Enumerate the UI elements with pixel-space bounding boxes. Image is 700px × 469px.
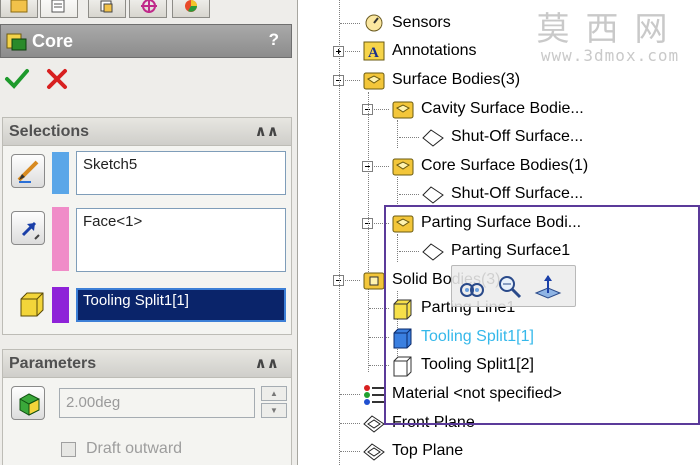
tree-node-label: Sensors bbox=[392, 14, 451, 31]
svg-text:A: A bbox=[368, 45, 379, 61]
tree-node-label: Core Surface Bodies(1) bbox=[421, 157, 589, 174]
tab-configuration-manager[interactable] bbox=[88, 0, 126, 18]
body-selection-field[interactable]: Tooling Split1[1] bbox=[76, 288, 286, 322]
draft-outward-label: Draft outward bbox=[86, 440, 183, 457]
draft-outward-checkbox[interactable] bbox=[61, 442, 76, 457]
direction-button[interactable] bbox=[11, 211, 45, 245]
sketch-selection-button[interactable] bbox=[11, 154, 45, 188]
feature-manager-icon bbox=[10, 0, 28, 13]
plane-icon bbox=[362, 412, 386, 441]
property-manager-title-bar: Core ? bbox=[0, 24, 292, 58]
tree-node-label: Shut-Off Surface... bbox=[451, 185, 584, 202]
face-color-swatch bbox=[52, 207, 69, 271]
sketch-selection-field[interactable]: Sketch5 bbox=[76, 151, 286, 195]
body-selection-icon-wrap bbox=[17, 290, 47, 324]
configuration-manager-icon bbox=[100, 0, 113, 13]
selections-header[interactable]: Selections ∧∧ bbox=[3, 118, 291, 146]
collapse-icon[interactable]: ∧∧ bbox=[255, 354, 279, 372]
help-button[interactable]: ? bbox=[269, 30, 279, 50]
collapse-icon[interactable]: ∧∧ bbox=[255, 122, 279, 140]
tab-property-manager[interactable] bbox=[40, 0, 78, 18]
display-manager-icon bbox=[185, 0, 197, 12]
surface-bodies-folder-icon bbox=[362, 69, 386, 98]
tree-connector bbox=[340, 451, 360, 452]
parameters-title: Parameters bbox=[9, 355, 97, 372]
manager-tabs bbox=[0, 0, 297, 20]
draft-icon bbox=[19, 393, 40, 416]
selections-group: Selections ∧∧ Sketch5 Face<1> Tooling Sp… bbox=[2, 117, 292, 335]
tree-node-label: Cavity Surface Bodie... bbox=[421, 100, 584, 117]
hide-show-icon bbox=[460, 283, 484, 297]
hide-show-button[interactable] bbox=[458, 273, 486, 301]
zoom-to-selection-icon bbox=[499, 276, 522, 299]
tree-node-label: Annotations bbox=[392, 42, 477, 59]
face-selection-field[interactable]: Face<1> bbox=[76, 208, 286, 272]
surface-bodies-folder-icon bbox=[391, 155, 415, 184]
tab-display-manager[interactable] bbox=[172, 0, 210, 18]
core-feature-icon bbox=[6, 33, 27, 51]
sketch-pencil-icon bbox=[17, 160, 39, 183]
red-x-icon bbox=[47, 69, 67, 89]
tree-connector bbox=[399, 194, 419, 195]
tree-trunk bbox=[339, 0, 340, 465]
tree-node-label: Top Plane bbox=[392, 442, 464, 459]
ok-button[interactable] bbox=[4, 66, 30, 96]
sensors-icon bbox=[362, 12, 386, 41]
tab-feature-manager[interactable] bbox=[0, 0, 38, 18]
draft-toggle-button[interactable] bbox=[11, 386, 45, 420]
tree-node-label: Shut-Off Surface... bbox=[451, 128, 584, 145]
parameters-group: Parameters ∧∧ 2.00deg ▲ ▼ Draft outward bbox=[2, 349, 292, 465]
tab-dimxpert[interactable] bbox=[129, 0, 167, 18]
cancel-button[interactable] bbox=[44, 66, 70, 96]
material-icon bbox=[362, 383, 386, 412]
annotations-icon: A bbox=[362, 40, 386, 69]
direction-arrow-icon bbox=[21, 221, 40, 240]
box-selection-rectangle bbox=[384, 205, 700, 425]
normal-to-icon bbox=[534, 275, 562, 299]
zoom-to-selection-button[interactable] bbox=[496, 273, 524, 301]
tree-connector bbox=[399, 137, 419, 138]
tree-connector bbox=[340, 23, 360, 24]
context-toolbar bbox=[451, 265, 576, 307]
spin-up-button[interactable]: ▲ bbox=[261, 386, 287, 401]
tree-node-label: Surface Bodies(3) bbox=[392, 71, 521, 88]
green-check-icon bbox=[5, 69, 29, 89]
property-manager-panel: Core ? Selections ∧∧ Sketch5 Face<1> Too… bbox=[0, 0, 298, 465]
dimxpert-icon bbox=[141, 0, 157, 13]
sketch-color-swatch bbox=[52, 152, 69, 194]
tree-connector bbox=[340, 394, 360, 395]
solid-body-icon bbox=[20, 292, 44, 317]
parameters-header[interactable]: Parameters ∧∧ bbox=[3, 350, 291, 378]
draft-angle-input[interactable]: 2.00deg bbox=[59, 388, 255, 418]
surface-bodies-folder-icon bbox=[391, 98, 415, 127]
normal-to-button[interactable] bbox=[534, 273, 562, 301]
tree-trunk bbox=[368, 92, 369, 372]
spin-down-button[interactable]: ▼ bbox=[261, 403, 287, 418]
body-color-swatch bbox=[52, 287, 69, 323]
property-manager-icon bbox=[51, 0, 65, 13]
solid-bodies-folder-icon bbox=[362, 269, 386, 298]
page-title: Core bbox=[32, 31, 74, 51]
surface-icon bbox=[421, 126, 445, 155]
tree-connector bbox=[340, 423, 360, 424]
selections-title: Selections bbox=[9, 123, 90, 140]
